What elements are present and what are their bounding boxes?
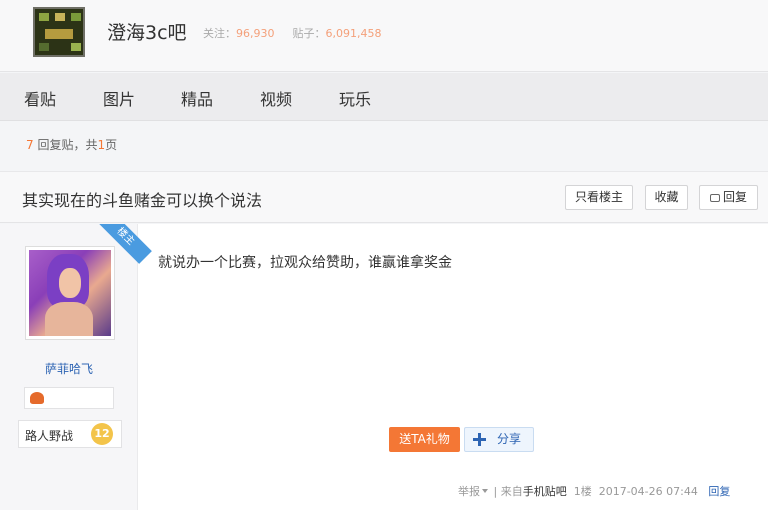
follow-count: 96,930: [236, 27, 275, 40]
forum-stats: 关注：96,930 贴子：6,091,458: [203, 25, 381, 41]
tab-featured[interactable]: 精品: [181, 86, 213, 110]
tab-images[interactable]: 图片: [103, 86, 135, 110]
page-suffix: 页: [105, 138, 118, 152]
owner-ribbon-wrap: 楼主: [0, 224, 160, 284]
owner-ribbon: 楼主: [98, 224, 152, 264]
forum-logo[interactable]: [33, 7, 85, 57]
source-link[interactable]: 手机贴吧: [523, 485, 567, 498]
favorite-button[interactable]: 收藏: [645, 185, 688, 210]
username[interactable]: 萨菲哈飞: [0, 360, 138, 377]
reply-count: 7: [26, 138, 34, 152]
level-badge: 12: [91, 423, 113, 445]
page-count: 1: [97, 138, 106, 152]
share-button[interactable]: 分享: [464, 427, 534, 452]
post-footer: 举报 | 来自手机贴吧 1楼 2017-04-26 07:44 回复: [458, 483, 730, 499]
thread-title: 其实现在的斗鱼赌金可以换个说法: [22, 191, 263, 210]
from-label: 来自: [500, 485, 523, 498]
reply-text: 回复贴，共: [33, 138, 98, 152]
forum-nav: 看贴 图片 精品 视频 玩乐: [0, 73, 768, 121]
chevron-down-icon[interactable]: [482, 489, 488, 493]
forum-name[interactable]: 澄海3c吧: [107, 18, 187, 45]
user-level[interactable]: 路人野战 12: [18, 420, 122, 448]
badge-box: [24, 387, 114, 409]
posts-count: 6,091,458: [325, 27, 382, 40]
follow-label: 关注：: [203, 27, 236, 40]
game-badge-icon[interactable]: [30, 392, 44, 404]
forum-header: 澄海3c吧 关注：96,930 贴子：6,091,458: [0, 0, 768, 72]
thread-title-bar: 其实现在的斗鱼赌金可以换个说法 只看楼主 收藏 回复: [0, 171, 768, 223]
level-name: 路人野战: [25, 429, 74, 443]
post: 萨菲哈飞 路人野战 12 楼主 就说办一个比赛，拉观众给赞助，谁赢谁拿奖金 送T…: [0, 224, 768, 510]
reply-button[interactable]: 回复: [699, 185, 758, 210]
send-gift-button[interactable]: 送TA礼物: [389, 427, 460, 452]
separator: |: [493, 485, 498, 498]
report-link[interactable]: 举报: [458, 485, 480, 498]
reply-button-label: 回复: [722, 190, 747, 204]
share-label: 分享: [497, 432, 522, 446]
tab-fun[interactable]: 玩乐: [339, 86, 371, 110]
only-owner-button[interactable]: 只看楼主: [565, 185, 633, 210]
reply-link[interactable]: 回复: [708, 485, 730, 498]
post-content: 就说办一个比赛，拉观众给赞助，谁赢谁拿奖金: [158, 255, 452, 271]
tab-videos[interactable]: 视频: [260, 86, 292, 110]
timestamp: 2017-04-26 07:44: [598, 485, 698, 498]
tab-posts[interactable]: 看贴: [24, 86, 56, 110]
posts-label: 贴子：: [292, 27, 326, 40]
reply-pager: 7 回复贴，共1页: [26, 136, 117, 153]
plus-icon: [473, 433, 486, 446]
reply-icon: [709, 194, 720, 202]
floor-number: 1楼: [573, 485, 592, 498]
